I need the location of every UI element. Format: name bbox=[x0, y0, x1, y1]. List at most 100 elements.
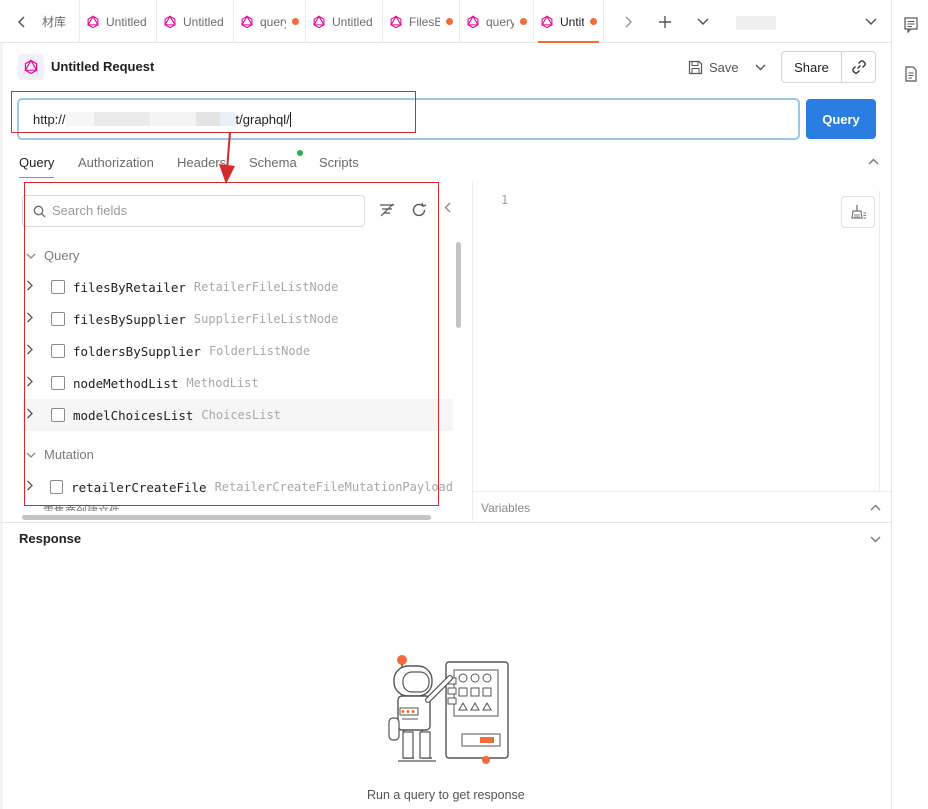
share-button[interactable]: Share bbox=[782, 52, 842, 82]
field-checkbox[interactable] bbox=[51, 408, 65, 422]
field-type: FolderListNode bbox=[208, 344, 311, 358]
collapse-response-button[interactable] bbox=[870, 532, 881, 546]
chevron-down-icon bbox=[870, 536, 881, 543]
environment-selector[interactable] bbox=[736, 16, 776, 30]
documentation-icon[interactable] bbox=[904, 66, 918, 82]
response-divider[interactable] bbox=[0, 522, 891, 523]
variables-bar[interactable]: Variables bbox=[473, 491, 891, 523]
chevron-right-icon bbox=[27, 280, 33, 291]
field-type: RetailerFileListNode bbox=[193, 280, 339, 294]
search-fields-input[interactable] bbox=[52, 203, 352, 218]
new-tab-button[interactable] bbox=[651, 0, 679, 43]
chevron-up-icon bbox=[870, 504, 881, 511]
beautify-button[interactable] bbox=[841, 196, 875, 228]
chevron-down-icon bbox=[26, 253, 36, 259]
tab-authorization[interactable]: Authorization bbox=[78, 155, 154, 170]
request-tab[interactable]: Untitled bbox=[534, 0, 604, 43]
request-tab[interactable]: 材库 bbox=[36, 0, 80, 43]
request-tab[interactable]: Untitled bbox=[80, 0, 157, 43]
redacted-host bbox=[195, 112, 220, 126]
tab-label: Untitled bbox=[106, 14, 147, 29]
chevron-down-icon bbox=[26, 452, 36, 458]
request-title[interactable]: Untitled Request bbox=[51, 59, 154, 74]
request-tab[interactable]: Untitled bbox=[306, 0, 383, 43]
field-name: filesByRetailer bbox=[73, 279, 186, 295]
url-input[interactable]: http:// t/graphql/ bbox=[17, 98, 800, 140]
explorer-field-row[interactable]: nodeMethodList MethodList bbox=[22, 367, 453, 399]
search-fields-box[interactable] bbox=[22, 195, 365, 227]
expand-field-button[interactable] bbox=[26, 280, 44, 294]
request-tab[interactable]: Untitled bbox=[157, 0, 234, 43]
chevron-left-icon bbox=[444, 202, 451, 213]
query-explorer-panel: Query filesByRetailer RetailerFileListNod… bbox=[0, 181, 462, 521]
explorer-field-row[interactable]: modelChoicesList ChoicesList bbox=[22, 399, 453, 431]
plus-icon bbox=[659, 15, 671, 28]
chevron-right-icon bbox=[27, 312, 33, 323]
field-type: MethodList bbox=[186, 376, 259, 390]
field-name: filesBySupplier bbox=[73, 311, 186, 327]
request-tab[interactable]: query bbox=[460, 0, 534, 43]
save-options-dropdown[interactable] bbox=[750, 54, 770, 80]
field-checkbox[interactable] bbox=[51, 280, 65, 294]
tab-scripts[interactable]: Scripts bbox=[319, 155, 359, 170]
request-tab-bar: 材库 Untitled Untitled query Untitled FilesBy qu… bbox=[0, 0, 891, 43]
tab-headers[interactable]: Headers bbox=[177, 155, 226, 170]
field-checkbox[interactable] bbox=[51, 344, 65, 358]
astronaut-vending-machine-illustration bbox=[388, 655, 509, 764]
expand-field-button[interactable] bbox=[26, 480, 43, 494]
copy-link-button[interactable] bbox=[842, 52, 875, 82]
unsaved-dot bbox=[292, 18, 299, 25]
tab-schema[interactable]: Schema bbox=[249, 155, 297, 170]
collapse-explorer-button[interactable] bbox=[444, 202, 451, 216]
mutation-section-header[interactable]: Mutation bbox=[26, 447, 94, 462]
comments-icon[interactable] bbox=[904, 17, 918, 33]
save-icon bbox=[688, 60, 703, 74]
redacted-host bbox=[219, 112, 236, 126]
tab-label: 材库 bbox=[42, 15, 67, 29]
query-button[interactable]: Query bbox=[806, 99, 876, 139]
field-name: retailerCreateFile bbox=[71, 479, 207, 495]
field-name: nodeMethodList bbox=[73, 375, 179, 391]
line-number: 1 bbox=[501, 193, 509, 207]
request-tab[interactable]: FilesBy bbox=[383, 0, 460, 43]
field-checkbox[interactable] bbox=[49, 480, 64, 494]
save-button[interactable]: Save bbox=[688, 54, 744, 80]
field-checkbox[interactable] bbox=[51, 312, 65, 326]
tab-query[interactable]: Query bbox=[19, 155, 55, 178]
panel-divider[interactable] bbox=[472, 181, 473, 521]
explorer-field-row[interactable]: filesBySupplier SupplierFileListNode bbox=[22, 303, 453, 335]
right-sidebar bbox=[891, 0, 928, 809]
url-suffix: t/graphql/ bbox=[235, 112, 290, 127]
tab-scroll-right-button[interactable] bbox=[614, 0, 642, 43]
redacted-host bbox=[93, 112, 150, 126]
explorer-field-row[interactable]: filesByRetailer RetailerFileListNode bbox=[22, 271, 453, 303]
expand-field-button[interactable] bbox=[26, 376, 44, 390]
expand-field-button[interactable] bbox=[26, 344, 44, 358]
expand-field-button[interactable] bbox=[26, 408, 44, 422]
collapse-request-button[interactable] bbox=[868, 154, 879, 168]
text-caret bbox=[289, 112, 291, 127]
url-prefix: http:// bbox=[33, 112, 66, 127]
refresh-icon[interactable] bbox=[410, 201, 428, 219]
graphql-icon bbox=[467, 14, 479, 28]
tab-label: Untitled bbox=[560, 14, 584, 29]
mutation-section-label: Mutation bbox=[44, 447, 94, 462]
query-section-header[interactable]: Query bbox=[26, 248, 79, 263]
environment-dropdown[interactable] bbox=[857, 0, 885, 43]
expand-field-button[interactable] bbox=[26, 312, 44, 326]
explorer-horizontal-scrollbar[interactable] bbox=[22, 515, 431, 520]
field-checkbox[interactable] bbox=[51, 376, 65, 390]
graphql-icon bbox=[313, 14, 325, 28]
chevron-down-icon bbox=[865, 17, 877, 25]
explorer-field-row[interactable]: foldersBySupplier FolderListNode bbox=[22, 335, 453, 367]
explorer-vertical-scrollbar[interactable] bbox=[456, 242, 461, 328]
graphql-icon bbox=[87, 14, 99, 28]
expand-variables-button[interactable] bbox=[870, 500, 881, 514]
explorer-field-row[interactable]: retailerCreateFile RetailerCreateFileMuta… bbox=[22, 471, 453, 503]
tab-scroll-left-button[interactable] bbox=[10, 0, 34, 43]
filter-options-icon[interactable] bbox=[378, 201, 396, 219]
redacted-host bbox=[149, 112, 196, 126]
tab-list-dropdown[interactable] bbox=[689, 0, 717, 43]
request-tab[interactable]: query bbox=[234, 0, 306, 43]
tab-label: Untitled bbox=[183, 14, 224, 29]
